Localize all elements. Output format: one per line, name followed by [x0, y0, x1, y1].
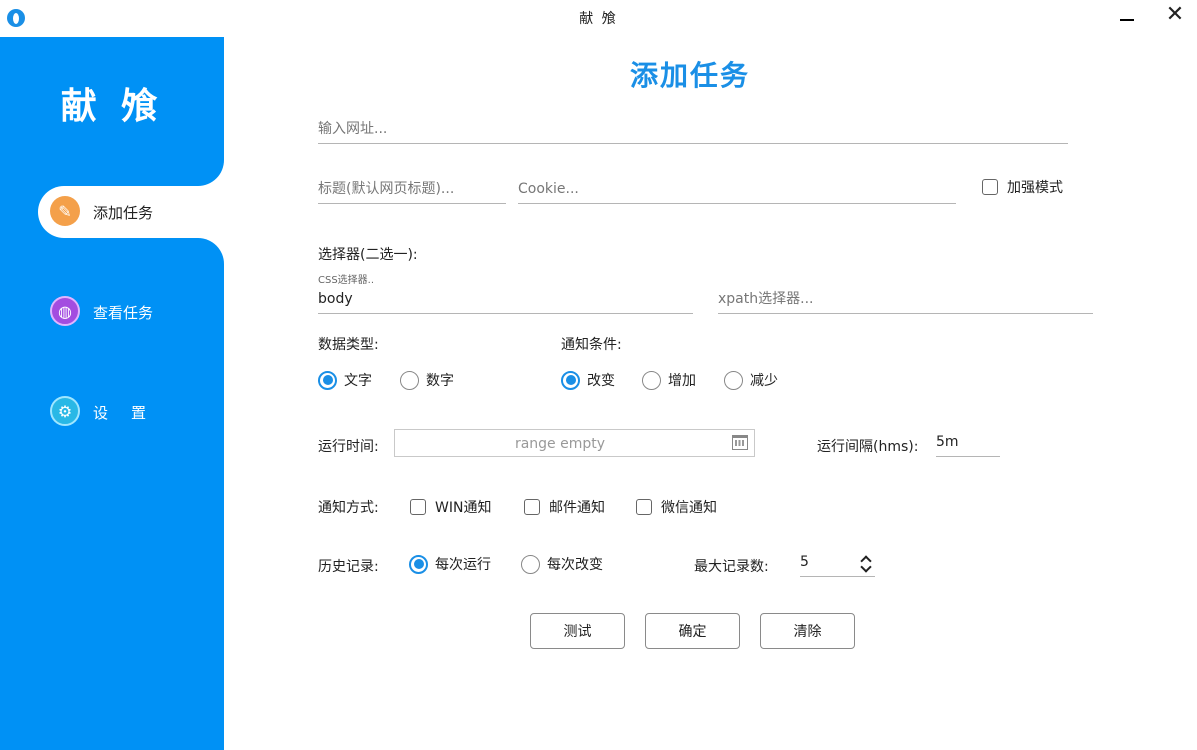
wechat-notify-checkbox[interactable]: 微信通知	[636, 497, 717, 517]
selector-label: 选择器(二选一):	[318, 247, 418, 263]
data-type-number-radio[interactable]: 数字	[400, 370, 454, 390]
sidebar: 献 飧 ✎ 添加任务 ◍ 查看任务 ⚙ 设 置	[0, 37, 224, 750]
test-button[interactable]: 测试	[530, 613, 625, 649]
checkbox-box[interactable]	[636, 499, 652, 515]
feather-icon: ✎	[50, 196, 80, 226]
url-input[interactable]	[318, 117, 1068, 141]
sidebar-item-label: 添加任务	[93, 204, 154, 222]
radio-ring[interactable]	[521, 554, 540, 574]
run-interval-input[interactable]	[936, 430, 1000, 454]
radio-ring[interactable]	[642, 370, 661, 390]
radio-label: 每次改变	[547, 557, 603, 573]
data-type-label: 数据类型:	[318, 337, 379, 353]
confirm-button[interactable]: 确定	[645, 613, 740, 649]
max-records-input[interactable]	[800, 550, 855, 574]
title-bar: 献 飧 ✕	[0, 0, 1197, 36]
checkbox-label: WIN通知	[435, 500, 492, 516]
url-input-field[interactable]	[318, 117, 1068, 144]
radio-ring[interactable]	[409, 554, 428, 574]
css-selector-label: CSS选择器..	[318, 275, 375, 286]
data-type-text-radio[interactable]: 文字	[318, 370, 372, 390]
max-records-spinner[interactable]	[859, 551, 875, 575]
minimize-button[interactable]	[1116, 4, 1140, 32]
css-selector-field[interactable]	[318, 287, 693, 314]
win-notify-checkbox[interactable]: WIN通知	[410, 497, 491, 517]
history-label: 历史记录:	[318, 559, 379, 575]
xpath-selector-input[interactable]	[718, 287, 1093, 311]
radio-ring[interactable]	[400, 370, 419, 390]
enhanced-mode-label: 加强模式	[1007, 180, 1063, 196]
radio-label: 数字	[426, 373, 454, 389]
checkbox-box[interactable]	[982, 179, 998, 195]
radio-label: 改变	[587, 373, 615, 389]
checkbox-box[interactable]	[410, 499, 426, 515]
css-selector-input[interactable]	[318, 287, 693, 311]
range-placeholder: range empty	[514, 436, 606, 452]
max-records-label: 最大记录数:	[694, 559, 769, 575]
notify-method-label: 通知方式:	[318, 500, 379, 516]
run-interval-label: 运行间隔(hms):	[817, 439, 919, 455]
sidebar-item-label: 设 置	[93, 404, 151, 422]
radio-ring[interactable]	[318, 370, 337, 390]
history-every-run-radio[interactable]: 每次运行	[409, 554, 491, 574]
checkbox-box[interactable]	[524, 499, 540, 515]
run-time-range-picker[interactable]: range empty	[394, 429, 755, 457]
cookie-input[interactable]	[518, 177, 956, 201]
radio-label: 减少	[750, 373, 778, 389]
radio-ring[interactable]	[561, 370, 580, 390]
clear-button[interactable]: 清除	[760, 613, 855, 649]
globe-icon: ◍	[50, 296, 80, 326]
close-button[interactable]: ✕	[1163, 3, 1187, 31]
radio-label: 文字	[344, 373, 372, 389]
notify-condition-increase-radio[interactable]: 增加	[642, 370, 696, 390]
sidebar-item-settings[interactable]: ⚙ 设 置	[0, 386, 224, 438]
run-time-label: 运行时间:	[318, 439, 379, 455]
page-title: 添加任务	[629, 59, 750, 92]
email-notify-checkbox[interactable]: 邮件通知	[524, 497, 605, 517]
cookie-input-field[interactable]	[518, 177, 956, 204]
title-input[interactable]	[318, 177, 506, 201]
radio-label: 增加	[668, 373, 696, 389]
sidebar-item-add-task[interactable]: ✎ 添加任务	[38, 186, 224, 238]
window-title: 献 飧	[579, 11, 618, 27]
radio-ring[interactable]	[724, 370, 743, 390]
run-interval-field[interactable]	[936, 430, 1000, 457]
brand-title: 献 飧	[60, 86, 164, 127]
notify-condition-decrease-radio[interactable]: 减少	[724, 370, 778, 390]
checkbox-label: 邮件通知	[549, 500, 605, 516]
history-every-change-radio[interactable]: 每次改变	[521, 554, 603, 574]
notify-condition-change-radio[interactable]: 改变	[561, 370, 615, 390]
sidebar-item-label: 查看任务	[93, 304, 154, 322]
sidebar-item-view-tasks[interactable]: ◍ 查看任务	[0, 286, 224, 338]
checkbox-label: 微信通知	[661, 500, 717, 516]
enhanced-mode-checkbox[interactable]: 加强模式	[982, 177, 1063, 197]
radio-label: 每次运行	[435, 557, 491, 573]
notify-condition-label: 通知条件:	[561, 337, 622, 353]
title-input-field[interactable]	[318, 177, 506, 204]
calendar-icon[interactable]	[732, 435, 748, 450]
xpath-selector-field[interactable]	[718, 287, 1093, 314]
gear-icon: ⚙	[50, 396, 80, 426]
